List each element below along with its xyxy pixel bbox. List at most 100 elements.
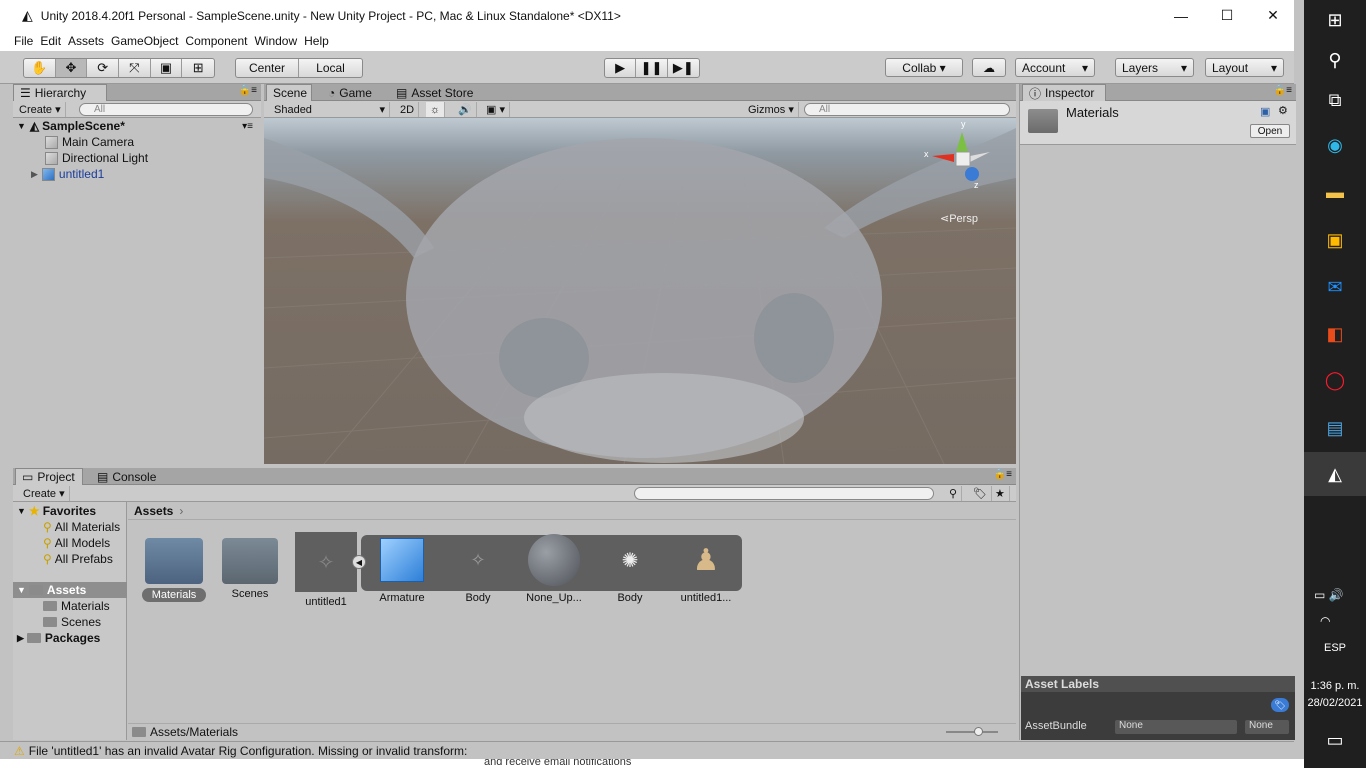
menu-edit[interactable]: Edit <box>40 34 61 48</box>
toggle-2d-button[interactable]: 2D <box>396 102 420 117</box>
asset-item[interactable]: ✺ Body <box>592 530 668 605</box>
minimize-button[interactable]: — <box>1158 0 1204 31</box>
move-tool-icon[interactable]: ✥ <box>55 59 88 77</box>
audio-toggle-icon[interactable]: 🔊 <box>454 102 477 117</box>
cloud-icon[interactable]: ☁ <box>972 58 1006 77</box>
folder-scenes[interactable]: Scenes <box>43 614 101 630</box>
hierarchy-item-directional-light[interactable]: Directional Light <box>45 150 148 166</box>
hierarchy-item-untitled1[interactable]: ▶ untitled1 <box>31 166 104 182</box>
layout-dropdown[interactable]: Layout ▾ <box>1205 58 1284 77</box>
file-explorer-icon[interactable]: ▬ <box>1323 180 1347 204</box>
assetbundle-dropdown[interactable]: None <box>1115 720 1237 734</box>
close-button[interactable]: ✕ <box>1250 0 1296 31</box>
panel-menu-icon[interactable]: 🔒≡ <box>1274 85 1292 96</box>
orientation-gizmo[interactable]: y x z <box>924 119 994 194</box>
office-icon[interactable]: ◧ <box>1323 322 1347 346</box>
expand-arrow-icon[interactable]: ▶ <box>17 633 24 644</box>
network-icon[interactable]: ◠ <box>1320 614 1330 628</box>
scene-viewport[interactable]: y x z ⋖Persp <box>264 118 1016 464</box>
unity-taskbar-icon[interactable]: ◭ <box>1304 452 1366 496</box>
shading-mode-dropdown[interactable]: Shaded ▾ <box>270 102 390 117</box>
asset-item[interactable]: ♟ untitled1... <box>668 530 744 605</box>
notifications-icon[interactable]: ▭ <box>1323 728 1347 752</box>
tab-hierarchy[interactable]: ☰ Hierarchy <box>13 84 107 101</box>
effects-toggle-icon[interactable]: ▣ ▾ <box>482 102 510 117</box>
menu-help[interactable]: Help <box>304 34 329 48</box>
step-icon[interactable]: ▶❚ <box>668 59 699 77</box>
favorite-all-materials[interactable]: ⚲ All Materials <box>43 519 120 535</box>
transform-tool-icon[interactable]: ⊞ <box>182 59 214 77</box>
asset-item[interactable]: Scenes <box>212 530 288 600</box>
filter-type-icon[interactable]: ⚲ <box>945 486 963 501</box>
asset-item[interactable]: None_Up... <box>516 530 592 604</box>
panel-menu-icon[interactable]: 🔒≡ <box>994 469 1012 480</box>
favorite-all-prefabs[interactable]: ⚲ All Prefabs <box>43 551 113 567</box>
menu-component[interactable]: Component <box>185 34 247 48</box>
tab-scene[interactable]: Scene <box>266 84 312 101</box>
expand-arrow-icon[interactable]: ▶ <box>31 169 38 180</box>
scene-menu-icon[interactable]: ▾≡ <box>242 121 253 132</box>
persp-label[interactable]: ⋖Persp <box>940 212 978 225</box>
tab-project[interactable]: ▭ Project <box>15 468 83 485</box>
icon-size-slider[interactable] <box>946 727 998 736</box>
favorites-row[interactable]: ▼ ★ Favorites <box>17 503 96 519</box>
layers-dropdown[interactable]: Layers ▾ <box>1115 58 1194 77</box>
rect-tool-icon[interactable]: ▣ <box>151 59 183 77</box>
local-button[interactable]: Local <box>299 59 362 77</box>
assets-root-row[interactable]: ▼ Assets <box>13 582 127 598</box>
pause-icon[interactable]: ❚❚ <box>636 59 668 77</box>
battery-wifi-volume-icon[interactable]: ▭ 🔊 <box>1314 588 1344 602</box>
menu-file[interactable]: File <box>14 34 33 48</box>
slider-thumb[interactable] <box>974 727 983 736</box>
variant-dropdown[interactable]: None <box>1245 720 1289 734</box>
project-create-button[interactable]: Create ▾ <box>19 486 70 501</box>
clock-time[interactable]: 1:36 p. m. <box>1304 680 1366 692</box>
help-book-icon[interactable]: ▣ <box>1260 105 1270 118</box>
status-bar[interactable]: ⚠ File 'untitled1' has an invalid Avatar … <box>0 741 1294 759</box>
hand-tool-icon[interactable]: ✋ <box>24 59 56 77</box>
app-icon[interactable]: ▤ <box>1323 416 1347 440</box>
breadcrumb-assets[interactable]: Assets <box>134 504 173 518</box>
menu-assets[interactable]: Assets <box>68 34 104 48</box>
asset-item[interactable]: Armature <box>364 530 440 604</box>
asset-item[interactable]: Materials <box>136 530 212 602</box>
clock-date[interactable]: 28/02/2021 <box>1304 697 1366 709</box>
store-icon[interactable]: ▣ <box>1323 228 1347 252</box>
asset-item[interactable]: ✧ Body <box>440 530 516 605</box>
tab-inspector[interactable]: ⓘ Inspector <box>1022 84 1106 101</box>
scale-tool-icon[interactable]: ⤧ <box>119 59 151 77</box>
packages-row[interactable]: ▶ Packages <box>17 630 100 646</box>
expand-arrow-icon[interactable]: ▼ <box>17 121 26 131</box>
tab-console[interactable]: ▤ Console <box>91 468 162 485</box>
favorite-star-icon[interactable]: ★ <box>991 486 1010 501</box>
tab-asset-store[interactable]: ▤ Asset Store <box>390 84 479 101</box>
task-view-icon[interactable]: ⧉ <box>1323 88 1347 112</box>
maximize-button[interactable]: ☐ <box>1204 0 1250 31</box>
project-search-input[interactable] <box>634 487 934 500</box>
menu-window[interactable]: Window <box>254 34 297 48</box>
gear-icon[interactable]: ⚙ <box>1278 104 1288 117</box>
expand-arrow-icon[interactable]: ▼ <box>17 506 26 516</box>
lighting-toggle-icon[interactable]: ☼ <box>426 102 446 117</box>
label-tag-icon[interactable]: 🏷 <box>1271 698 1289 712</box>
edge-icon[interactable]: ◉ <box>1323 133 1347 157</box>
gizmos-dropdown[interactable]: Gizmos ▾ <box>744 102 799 117</box>
menu-gameobject[interactable]: GameObject <box>111 34 178 48</box>
scene-row[interactable]: ▼ ◭ SampleScene* ▾≡ <box>17 118 257 134</box>
hierarchy-item-main-camera[interactable]: Main Camera <box>45 134 134 150</box>
search-icon[interactable]: ⚲ <box>1323 48 1347 72</box>
tab-game[interactable]: ◔ Game <box>322 84 378 101</box>
favorite-all-models[interactable]: ⚲ All Models <box>43 535 110 551</box>
account-dropdown[interactable]: Account ▾ <box>1015 58 1095 77</box>
windows-start-icon[interactable]: ⊞ <box>1323 8 1347 32</box>
opera-icon[interactable]: ◯ <box>1323 368 1347 392</box>
panel-menu-icon[interactable]: 🔒≡ <box>239 85 257 96</box>
center-button[interactable]: Center <box>236 59 300 77</box>
play-icon[interactable]: ▶ <box>605 59 637 77</box>
scene-search-input[interactable]: All <box>804 103 1010 116</box>
open-button[interactable]: Open <box>1250 124 1290 138</box>
hierarchy-create-button[interactable]: Create ▾ <box>15 102 66 117</box>
filter-label-icon[interactable]: 🏷 <box>969 486 992 501</box>
hierarchy-search-input[interactable]: All <box>79 103 253 116</box>
expand-arrow-icon[interactable]: ▼ <box>17 585 26 595</box>
